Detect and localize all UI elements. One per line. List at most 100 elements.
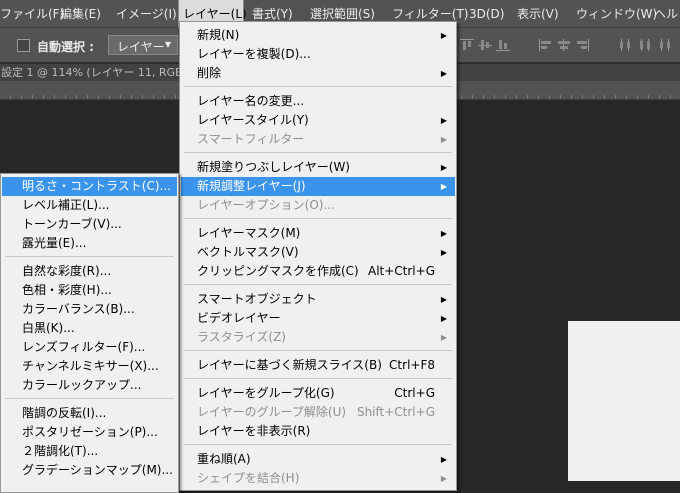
submenu-arrow-icon: ▶ <box>440 333 447 342</box>
menu-item-smart-object[interactable]: スマートオブジェクト ▶ <box>181 290 455 309</box>
submenu-item-invert[interactable]: 階調の反転(I)... <box>2 404 177 423</box>
menu-item-delete[interactable]: 削除 ▶ <box>181 64 455 83</box>
submenu-item-color-lookup[interactable]: カラールックアップ... <box>2 376 177 395</box>
menu-item-video-layer[interactable]: ビデオレイヤー ▶ <box>181 309 455 328</box>
auto-select-checkbox[interactable] <box>17 39 30 52</box>
menu-item-rasterize[interactable]: ラスタライズ(Z) ▶ <box>181 328 455 347</box>
distribute-right-icon[interactable] <box>657 39 671 51</box>
menu-item-new-fill-layer[interactable]: 新規塗りつぶしレイヤー(W) ▶ <box>181 158 455 177</box>
menu-item-shortcut: Alt+Ctrl+G <box>367 264 435 278</box>
submenu-arrow-icon: ▶ <box>440 31 447 40</box>
menu-item-label: 露光量(E)... <box>22 236 87 250</box>
menu-item-label: レイヤーオプション(O)... <box>197 198 335 212</box>
menu-item-layer-options[interactable]: レイヤーオプション(O)... <box>181 196 455 215</box>
menu-item-smart-filter[interactable]: スマートフィルター ▶ <box>181 130 455 149</box>
layer-menu: 新規(N) ▶ レイヤーを複製(D)... 削除 ▶ レイヤー名の変更... レイヤ… <box>179 21 457 491</box>
menu-item-label: 新規(N) <box>197 28 240 42</box>
menu-window[interactable]: ウィンドウ(W) <box>572 0 661 28</box>
submenu-arrow-icon: ▶ <box>440 474 447 483</box>
menu-item-layer-mask[interactable]: レイヤーマスク(M) ▶ <box>181 224 455 243</box>
menu-edit[interactable]: 編集(E) <box>56 0 105 28</box>
submenu-arrow-icon: ▶ <box>440 116 447 125</box>
menu-item-label: 自然な彩度(R)... <box>22 264 112 278</box>
submenu-item-black-white[interactable]: 白黒(K)... <box>2 319 177 338</box>
menu-item-new-layer-based-slice[interactable]: レイヤーに基づく新規スライス(B) Ctrl+F8 <box>181 356 455 375</box>
submenu-item-hue-saturation[interactable]: 色相・彩度(H)... <box>2 281 177 300</box>
submenu-item-vibrance[interactable]: 自然な彩度(R)... <box>2 262 177 281</box>
submenu-item-brightness-contrast[interactable]: 明るさ・コントラスト(C)... <box>2 177 177 196</box>
align-right-icon[interactable] <box>575 39 589 51</box>
menu-item-label: レイヤーを非表示(R) <box>197 424 311 438</box>
menu-item-label: ２階調化(T)... <box>22 444 99 458</box>
menu-item-ungroup-layers[interactable]: レイヤーのグループ解除(U) Shift+Ctrl+G <box>181 403 455 422</box>
menu-view[interactable]: 表示(V) <box>513 0 563 28</box>
menu-item-label: レイヤーをグループ化(G) <box>197 386 335 400</box>
submenu-arrow-icon: ▶ <box>440 163 447 172</box>
submenu-item-posterize[interactable]: ポスタリゼーション(P)... <box>2 423 177 442</box>
menu-item-label: レベル補正(L)... <box>22 198 110 212</box>
submenu-arrow-icon: ▶ <box>440 295 447 304</box>
menu-item-label: 色相・彩度(H)... <box>22 283 112 297</box>
submenu-arrow-icon: ▶ <box>440 135 447 144</box>
align-left-icon[interactable] <box>539 39 553 51</box>
submenu-arrow-icon: ▶ <box>440 69 447 78</box>
menu-separator <box>184 350 452 351</box>
submenu-item-threshold[interactable]: ２階調化(T)... <box>2 442 177 461</box>
menu-item-shortcut: Ctrl+G <box>394 386 435 400</box>
align-vcenter-icon[interactable] <box>478 39 492 51</box>
align-bottom-icon[interactable] <box>496 39 510 51</box>
distribute-center-icon[interactable] <box>638 39 652 51</box>
menu-item-label: レンズフィルター(F)... <box>22 340 146 354</box>
align-hcenter-icon[interactable] <box>557 39 571 51</box>
menu-separator <box>5 398 174 399</box>
menu-item-label: グラデーションマップ(M)... <box>22 463 173 477</box>
dropdown-value: レイヤー <box>117 40 165 54</box>
menu-item-label: ポスタリゼーション(P)... <box>22 425 158 439</box>
menu-item-combine-shapes[interactable]: シェイプを結合(H) ▶ <box>181 469 455 488</box>
document-canvas[interactable] <box>568 321 680 481</box>
submenu-item-color-balance[interactable]: カラーバランス(B)... <box>2 300 177 319</box>
menu-help[interactable]: ヘル <box>650 0 680 28</box>
menu-3d[interactable]: 3D(D) <box>465 0 508 28</box>
menu-item-hide-layers[interactable]: レイヤーを非表示(R) <box>181 422 455 441</box>
menu-item-shortcut: Ctrl+F8 <box>389 358 435 372</box>
submenu-arrow-icon: ▶ <box>440 455 447 464</box>
submenu-item-levels[interactable]: レベル補正(L)... <box>2 196 177 215</box>
menu-item-label: レイヤーを複製(D)... <box>197 47 311 61</box>
submenu-item-exposure[interactable]: 露光量(E)... <box>2 234 177 253</box>
submenu-item-photo-filter[interactable]: レンズフィルター(F)... <box>2 338 177 357</box>
menu-separator <box>184 378 452 379</box>
menu-item-arrange[interactable]: 重ね順(A) ▶ <box>181 450 455 469</box>
submenu-item-gradient-map[interactable]: グラデーションマップ(M)... <box>2 461 177 480</box>
menu-image[interactable]: イメージ(I) <box>112 0 181 28</box>
menu-item-label: 重ね順(A) <box>197 452 251 466</box>
submenu-item-channel-mixer[interactable]: チャンネルミキサー(X)... <box>2 357 177 376</box>
menu-item-create-clipping-mask[interactable]: クリッピングマスクを作成(C) Alt+Ctrl+G <box>181 262 455 281</box>
submenu-arrow-icon: ▶ <box>440 314 447 323</box>
menu-item-new[interactable]: 新規(N) ▶ <box>181 26 455 45</box>
menu-item-label: レイヤー名の変更... <box>197 94 305 108</box>
menu-item-label: 階調の反転(I)... <box>22 406 107 420</box>
distribute-left-icon[interactable] <box>619 39 633 51</box>
auto-select-label: 自動選択 : <box>37 40 94 54</box>
menu-item-label: 新規調整レイヤー(J) <box>197 179 306 193</box>
menu-item-rename-layer[interactable]: レイヤー名の変更... <box>181 92 455 111</box>
menu-item-label: ラスタライズ(Z) <box>197 330 286 344</box>
chevron-down-icon: ▼ <box>164 40 171 49</box>
menu-item-label: シェイプを結合(H) <box>197 471 300 485</box>
adjustment-layer-submenu: 明るさ・コントラスト(C)... レベル補正(L)... トーンカーブ(V)..… <box>0 173 179 493</box>
menu-item-duplicate-layer[interactable]: レイヤーを複製(D)... <box>181 45 455 64</box>
submenu-arrow-icon: ▶ <box>440 182 447 191</box>
menu-item-label: レイヤースタイル(Y) <box>197 113 309 127</box>
submenu-item-curves[interactable]: トーンカーブ(V)... <box>2 215 177 234</box>
menu-item-label: レイヤーに基づく新規スライス(B) <box>197 358 382 372</box>
auto-select-target-dropdown[interactable]: レイヤー ▼ <box>108 35 178 55</box>
submenu-arrow-icon: ▶ <box>440 248 447 257</box>
menu-item-new-adjustment-layer[interactable]: 新規調整レイヤー(J) ▶ <box>181 177 455 196</box>
menu-item-vector-mask[interactable]: ベクトルマスク(V) ▶ <box>181 243 455 262</box>
menu-item-group-layers[interactable]: レイヤーをグループ化(G) Ctrl+G <box>181 384 455 403</box>
menu-separator <box>184 444 452 445</box>
menu-item-label: ベクトルマスク(V) <box>197 245 299 259</box>
menu-item-layer-style[interactable]: レイヤースタイル(Y) ▶ <box>181 111 455 130</box>
align-top-icon[interactable] <box>460 39 474 51</box>
